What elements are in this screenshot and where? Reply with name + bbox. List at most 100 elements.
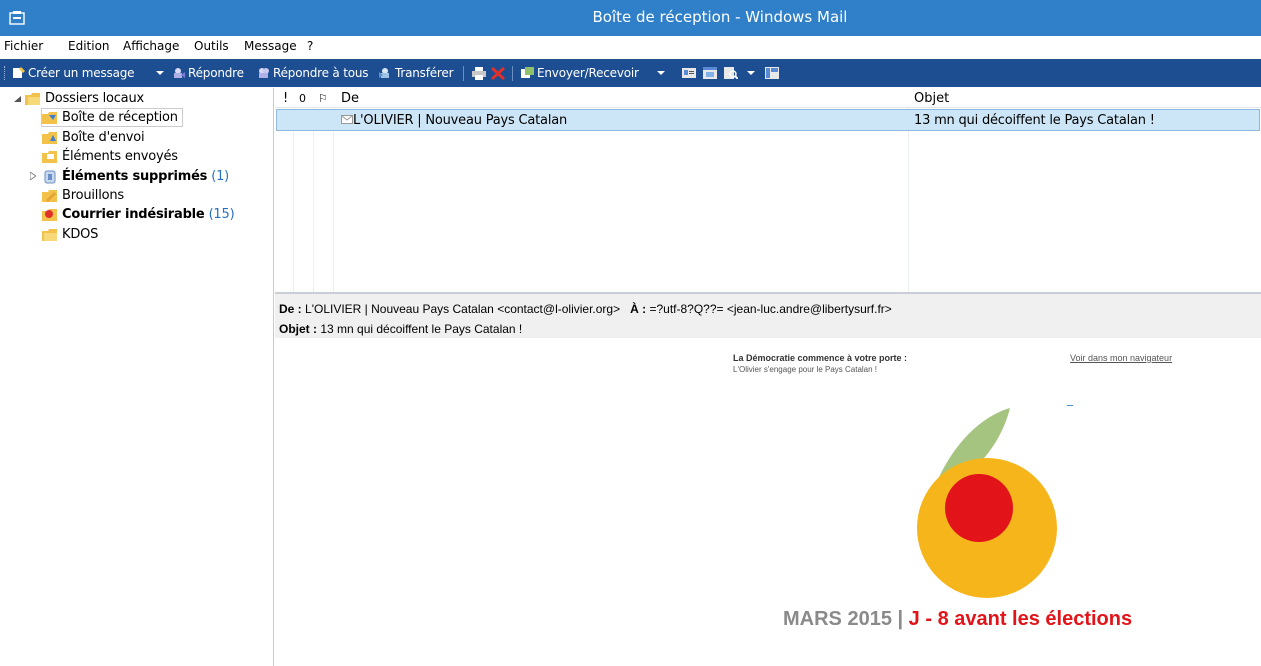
create-message-button[interactable]: Créer un message xyxy=(12,65,135,81)
logo-red-circle xyxy=(945,474,1013,542)
to-label: À : xyxy=(630,302,647,316)
menu-outils[interactable]: Outils xyxy=(194,39,229,53)
envelope-icon xyxy=(341,115,353,124)
folder-local-folders[interactable]: Dossiers locaux xyxy=(25,89,144,108)
reply-label: Répondre xyxy=(188,66,244,80)
find-icon[interactable] xyxy=(724,67,738,79)
junk-mail-icon xyxy=(42,208,57,221)
folder-label: Éléments supprimés xyxy=(62,169,208,184)
email-body: La Démocratie commence à votre porte : L… xyxy=(275,338,1261,666)
find-dropdown-icon[interactable] xyxy=(747,71,755,75)
drafts-icon xyxy=(42,189,57,202)
priority-column-header[interactable]: ! xyxy=(283,91,288,106)
send-receive-icon xyxy=(521,67,534,78)
forward-icon xyxy=(379,68,389,78)
to-value: =?utf-8?Q??= <jean-luc.andre@libertysurf… xyxy=(649,302,892,316)
tagline-subtitle: L'Olivier s'engage pour le Pays Catalan … xyxy=(733,365,878,374)
collapse-arrow-icon[interactable] xyxy=(14,96,21,102)
toolbar-grip[interactable] xyxy=(4,66,6,80)
headline: MARS 2015 | J - 8 avant les élections xyxy=(783,608,1132,631)
folder-kdos[interactable]: KDOS xyxy=(42,225,98,244)
calendar-icon[interactable] xyxy=(703,67,717,79)
subject-column-header[interactable]: Objet xyxy=(914,91,949,106)
headline-date: MARS 2015 xyxy=(783,608,892,630)
sent-items-icon xyxy=(42,150,57,163)
view-in-browser-link[interactable]: Voir dans mon navigateur xyxy=(1070,353,1172,363)
menu-affichage[interactable]: Affichage xyxy=(123,39,179,53)
print-icon[interactable] xyxy=(472,67,486,80)
from-label: De : xyxy=(279,302,302,316)
message-list-header: ! 0 ⚐ De Objet xyxy=(275,88,1261,108)
folder-inbox[interactable]: Boîte de réception xyxy=(41,108,183,127)
message-list: ! 0 ⚐ De Objet L'OLIVIER | Nouveau Pays … xyxy=(275,88,1261,292)
send-receive-label: Envoyer/Recevoir xyxy=(537,66,639,80)
folder-label: Boîte de réception xyxy=(62,110,178,125)
flag-column-header[interactable]: ⚐ xyxy=(318,92,328,105)
toolbar-separator xyxy=(512,66,513,81)
preview-header: De : L'OLIVIER | Nouveau Pays Catalan <c… xyxy=(275,292,1261,338)
folder-label: Éléments envoyés xyxy=(62,149,178,164)
inbox-icon xyxy=(42,111,57,124)
folder-label: KDOS xyxy=(62,227,99,242)
subject-value: 13 mn qui décoiffent le Pays Catalan ! xyxy=(320,322,523,336)
attachment-column-header[interactable]: 0 xyxy=(299,92,306,105)
folder-deleted-items[interactable]: Éléments supprimés (1) xyxy=(42,167,229,186)
local-folders-icon xyxy=(25,92,40,105)
forward-button[interactable]: Transférer xyxy=(379,65,454,81)
folder-sent-items[interactable]: Éléments envoyés xyxy=(42,147,178,166)
toolbar: Créer un message Répondre Répondre à tou… xyxy=(0,59,1261,87)
subject-label: Objet : xyxy=(279,322,317,336)
new-message-icon xyxy=(13,67,25,78)
from-column-header[interactable]: De xyxy=(341,91,359,106)
reply-all-button[interactable]: Répondre à tous xyxy=(257,65,369,81)
olivier-logo xyxy=(917,408,1057,598)
reply-all-label: Répondre à tous xyxy=(273,66,369,80)
headline-countdown: J - 8 avant les élections xyxy=(908,608,1133,630)
outbox-icon xyxy=(42,131,57,144)
layout-icon[interactable] xyxy=(765,67,779,79)
folder-label: Boîte d'envoi xyxy=(62,130,145,145)
preview-subject-line: Objet : 13 mn qui décoiffent le Pays Cat… xyxy=(279,322,522,336)
create-message-label: Créer un message xyxy=(28,66,135,80)
create-message-dropdown-icon[interactable] xyxy=(156,71,164,75)
folder-icon xyxy=(42,228,57,241)
reply-button[interactable]: Répondre xyxy=(172,65,244,81)
send-receive-button[interactable]: Envoyer/Recevoir xyxy=(521,65,639,81)
unread-count: (15) xyxy=(208,207,235,222)
reply-all-icon xyxy=(259,68,269,78)
menu-bar: Fichier Edition Affichage Outils Message… xyxy=(0,36,1261,58)
column-divider xyxy=(908,108,909,292)
column-divider xyxy=(293,108,294,292)
folder-label: Courrier indésirable xyxy=(62,207,205,222)
folder-pane: Dossiers locaux Boîte de réception Boîte… xyxy=(0,88,274,666)
recycle-bin-icon xyxy=(44,170,56,183)
from-value: L'OLIVIER | Nouveau Pays Catalan <contac… xyxy=(305,302,621,316)
title-bar: Boîte de réception - Windows Mail xyxy=(0,0,1261,36)
tagline-title: La Démocratie commence à votre porte : xyxy=(733,353,908,363)
delete-icon[interactable] xyxy=(491,67,505,80)
window-title: Boîte de réception - Windows Mail xyxy=(592,8,848,26)
folder-label: Brouillons xyxy=(62,188,124,203)
folder-outbox[interactable]: Boîte d'envoi xyxy=(42,128,145,147)
menu-help[interactable]: ? xyxy=(307,39,313,53)
menu-message[interactable]: Message xyxy=(244,39,297,53)
preview-from-line: De : L'OLIVIER | Nouveau Pays Catalan <c… xyxy=(279,302,892,316)
message-row[interactable]: L'OLIVIER | Nouveau Pays Catalan 13 mn q… xyxy=(276,109,1260,131)
message-from: L'OLIVIER | Nouveau Pays Catalan xyxy=(353,113,568,128)
folder-label: Dossiers locaux xyxy=(45,91,144,106)
expand-arrow-icon[interactable] xyxy=(30,172,36,180)
menu-edition[interactable]: Edition xyxy=(68,39,110,53)
menu-fichier[interactable]: Fichier xyxy=(4,39,43,53)
unread-count: (1) xyxy=(211,169,230,184)
toolbar-separator xyxy=(463,66,464,81)
send-receive-dropdown-icon[interactable] xyxy=(657,71,665,75)
column-divider xyxy=(313,108,314,292)
contacts-icon[interactable] xyxy=(682,67,696,79)
message-subject: 13 mn qui décoiffent le Pays Catalan ! xyxy=(914,113,1155,128)
column-divider xyxy=(333,108,334,292)
reply-icon xyxy=(174,68,185,78)
forward-label: Transférer xyxy=(395,66,454,80)
folder-drafts[interactable]: Brouillons xyxy=(42,186,124,205)
folder-junk-mail[interactable]: Courrier indésirable (15) xyxy=(42,205,235,224)
headline-separator: | xyxy=(897,608,904,630)
